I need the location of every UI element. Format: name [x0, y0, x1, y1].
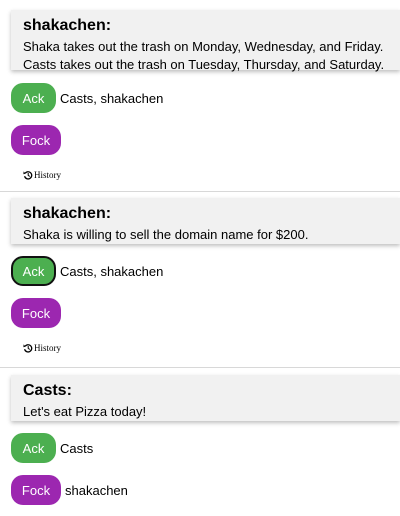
ack-button[interactable]: Ack	[11, 433, 56, 463]
message-text: Casts takes out the trash on Tuesday, Th…	[23, 57, 385, 72]
fock-row: Fock shakachen	[11, 475, 400, 505]
message-text: Shaka is willing to sell the domain name…	[23, 227, 309, 242]
message-text: Let's eat Pizza today!	[23, 404, 147, 419]
fock-row: Fock	[11, 125, 400, 155]
ack-users: Casts, shakachen	[60, 263, 164, 279]
ack-users: Casts	[60, 440, 94, 456]
fock-button[interactable]: Fock	[11, 125, 61, 155]
ack-button[interactable]: Ack	[11, 83, 56, 113]
fock-button[interactable]: Fock	[11, 475, 61, 505]
ack-row: Ack Casts, shakachen	[11, 256, 400, 286]
message-text: Shaka takes out the trash on Monday, Wed…	[23, 39, 384, 54]
ack-row: Ack Casts	[11, 433, 400, 463]
history-icon	[23, 171, 33, 180]
history-label: History	[34, 170, 61, 180]
ack-row: Ack Casts, shakachen	[11, 83, 400, 113]
message-card: Casts: Let's eat Pizza today!	[11, 375, 400, 421]
post: shakachen: Shaka takes out the trash on …	[0, 0, 400, 192]
message-card: shakachen: Shaka takes out the trash on …	[11, 10, 400, 72]
history-link[interactable]: History	[23, 341, 400, 355]
post-author: shakachen:	[23, 17, 112, 34]
post: Casts: Let's eat Pizza today! Ack Casts …	[0, 368, 400, 516]
history-link[interactable]: History	[23, 168, 400, 182]
post-author: shakachen:	[23, 205, 112, 222]
message-card: shakachen: Shaka is willing to sell the …	[11, 198, 400, 244]
history-label: History	[34, 343, 61, 353]
post-author: Casts:	[23, 382, 72, 399]
fock-users: shakachen	[65, 482, 128, 498]
ack-button[interactable]: Ack	[11, 256, 56, 286]
ack-users: Casts, shakachen	[60, 90, 164, 106]
history-icon	[23, 344, 33, 353]
fock-button[interactable]: Fock	[11, 298, 61, 328]
post: shakachen: Shaka is willing to sell the …	[0, 192, 400, 368]
fock-row: Fock	[11, 298, 400, 328]
